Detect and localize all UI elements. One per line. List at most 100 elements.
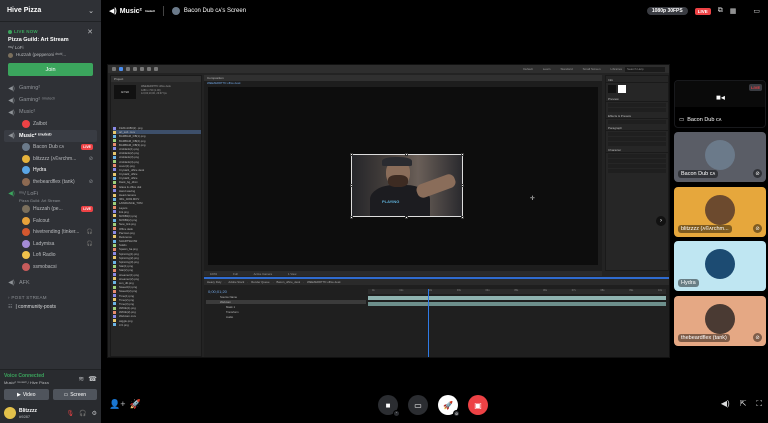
channel-title: ◀) Music² ⁽ᵐᵘᵗᵉᵈ⁾	[109, 7, 155, 16]
workspace-tab: Libraries	[610, 67, 622, 71]
activity-icon[interactable]: 🚀	[129, 399, 140, 410]
tile-name: Bacon Dub cᴀ	[678, 170, 719, 178]
chevron-up-icon[interactable]: ˇ	[393, 410, 400, 417]
camera-button[interactable]: ■ ˇ	[378, 395, 400, 417]
share-screen-button[interactable]: ▭	[408, 395, 428, 415]
disconnect-button[interactable]: ▣	[468, 395, 488, 415]
tile-name: ▭ Bacon Dub cᴀ	[679, 117, 722, 123]
file-type-icon	[113, 235, 116, 239]
ruler-tick: 10s	[657, 289, 662, 292]
file-type-icon	[113, 294, 116, 297]
stage-live-panel: LIVE NOW ✕ Pizza Guild: Art Stream ᵐᵘ/ L…	[4, 26, 97, 80]
file-type-icon	[113, 281, 116, 285]
disconnect-icon[interactable]: ☎	[88, 375, 97, 383]
category-post-stream[interactable]: › POST STREAM	[4, 289, 97, 302]
layer-property: Mask 1	[226, 305, 236, 309]
project-thumbnail: AFTER	[114, 85, 136, 99]
ruler-tick: 0s	[372, 289, 375, 292]
character-panel-title: Character	[606, 148, 668, 153]
voice-channel-gaming-muted[interactable]: ◀) Gaming² ⁽ᵐᵘᵗᵉᵈ⁾	[4, 94, 97, 106]
mute-icon: ⊘	[753, 224, 762, 233]
timecode: 0;00;01;20	[208, 289, 227, 294]
file-type-icon	[113, 172, 116, 176]
file-type-icon	[113, 306, 116, 310]
volume-icon[interactable]: ◀)	[721, 399, 730, 409]
file-type-icon	[113, 168, 116, 172]
screen-share-button[interactable]: ▭ Screen	[52, 389, 97, 400]
home-icon	[112, 67, 116, 71]
voice-user[interactable]: Bacon Dub cᴀ LIVE	[4, 142, 97, 154]
tile-name: blitzzzz (ᴀ©ᴀrchm...	[678, 225, 732, 233]
ruler-tick: 05s	[514, 289, 519, 292]
voice-connected-label[interactable]: Voice Connected	[4, 373, 49, 379]
file-type-icon	[113, 289, 116, 293]
file-type-icon	[113, 247, 116, 251]
participant-tile[interactable]: Bacon Dub cᴀ ⊘	[674, 132, 766, 182]
video-button[interactable]: ▶ Video	[4, 389, 49, 400]
transform-handle	[405, 153, 408, 156]
avatar	[8, 52, 13, 58]
participant-tile[interactable]: blitzzzz (ᴀ©ᴀrchm... ⊘	[674, 187, 766, 237]
file-type-icon	[113, 155, 116, 159]
voice-user[interactable]: Hydra	[4, 165, 97, 177]
transform-handle	[350, 153, 353, 156]
voice-user[interactable]: hivetrending (tinker... 🎧	[4, 227, 97, 239]
popout-icon[interactable]: ⇱	[740, 399, 747, 409]
voice-user[interactable]: ssmobacsi	[4, 261, 97, 273]
transform-handle	[461, 216, 464, 219]
headphones-icon[interactable]: 🎧	[79, 410, 86, 417]
layer-property: Transform	[226, 310, 239, 314]
voice-user[interactable]: Lofi Radio	[4, 250, 97, 262]
layer-list: Source Name Webcam Mask 1 Transform Audi…	[206, 295, 366, 357]
noise-suppression-icon[interactable]: ≋	[78, 375, 84, 383]
speaker-icon: ◀)	[8, 85, 15, 92]
mic-muted-icon[interactable]: 🎙	[67, 410, 75, 417]
mute-icon: ⊘	[88, 155, 93, 162]
voice-channel-music-muted[interactable]: ◀) Music² ⁽ᵐᵘᵗᵉᵈ⁾	[4, 129, 97, 142]
speaker-icon: ◀)	[8, 97, 15, 104]
camera-icon: ■◂	[716, 93, 725, 102]
file-type-icon	[113, 193, 116, 197]
avatar	[705, 249, 735, 279]
voice-user-zalbot[interactable]: Zalbot	[4, 118, 97, 130]
voice-user[interactable]: blitzzzz (ᴀ©ᴀrchm... ⊘	[4, 153, 97, 165]
voice-channel-afk[interactable]: ◀) AFK	[4, 277, 97, 289]
time-ruler: 0s 01s 02s 03s 04s 05s 06s 07s 08s 09s 10s	[368, 289, 666, 294]
server-header[interactable]: Hive Pizza ⌄	[0, 0, 101, 22]
voice-user[interactable]: thebeardflex (tank) ⊘	[4, 176, 97, 188]
forum-channel-community-posts[interactable]: ☷ | community-posts	[4, 302, 97, 313]
file-type-icon	[113, 143, 116, 147]
avatar	[705, 195, 735, 225]
mute-icon: ⊘	[88, 178, 93, 185]
participant-tile[interactable]: Hydra	[674, 241, 766, 291]
voice-channel-gaming[interactable]: ◀) Gaming²	[4, 82, 97, 94]
chevron-down-icon[interactable]: ⌄	[88, 7, 94, 15]
close-icon[interactable]: ✕	[87, 28, 93, 36]
pen-tool-icon	[147, 67, 151, 71]
selection-tool-icon	[119, 67, 123, 71]
mic-muted-icon[interactable]: ⊘	[453, 410, 460, 417]
rotate-tool-icon	[140, 67, 144, 71]
voice-user[interactable]: Huzzah (pe... LIVE	[4, 204, 97, 216]
chevron-right-icon[interactable]: ›	[656, 216, 666, 226]
activities-button[interactable]: 🚀 ⊘	[438, 395, 460, 417]
layer-row: Webcam	[206, 300, 366, 304]
invite-icon[interactable]: 👤+	[109, 399, 125, 410]
gear-icon[interactable]: ⚙	[92, 410, 97, 417]
screen-icon: ▭	[679, 117, 685, 123]
project-meta: WEEZERRTTD office desk 1280 x 720 (1.00) Δ…	[141, 85, 171, 95]
avatar[interactable]	[4, 407, 16, 419]
project-file-row: zzz.png	[113, 323, 201, 327]
speaker-icon: ◀)	[109, 8, 117, 15]
screen-share-tile[interactable]: LIVE ■◂ ▭ Bacon Dub cᴀ	[674, 80, 766, 128]
voice-channel-music[interactable]: ◀) Music²	[4, 106, 97, 118]
fullscreen-icon[interactable]: ⛶	[756, 399, 762, 409]
avatar	[22, 154, 30, 163]
shared-screen[interactable]: Default Learn Standard Small Screen Libr…	[107, 64, 670, 358]
voice-user[interactable]: Falcout	[4, 215, 97, 227]
file-type-icon	[113, 285, 116, 289]
join-button[interactable]: Join	[8, 63, 93, 76]
voice-user[interactable]: Ladymisa 🎧	[4, 238, 97, 250]
file-type-icon	[113, 268, 116, 272]
participant-tile[interactable]: thebeardflex (tank) ⊘	[674, 296, 766, 346]
